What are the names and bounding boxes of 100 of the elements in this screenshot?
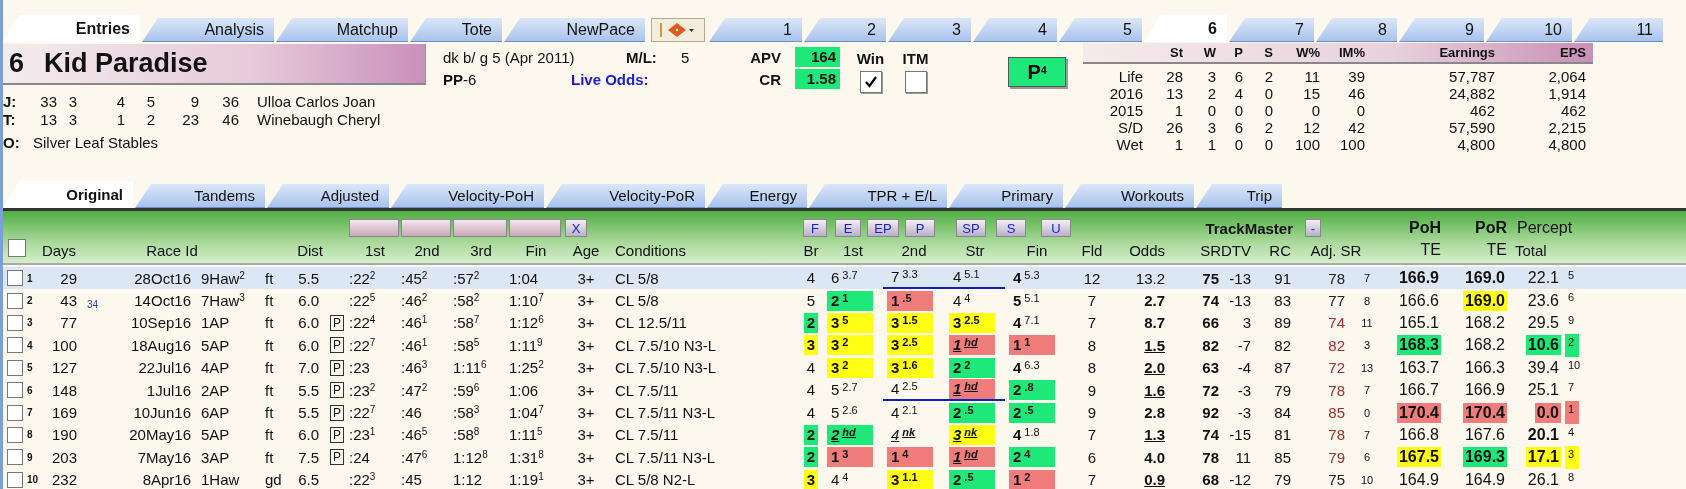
table-cell-text: 1 (1173, 137, 1183, 154)
tab[interactable]: Adjusted (267, 184, 389, 208)
tab[interactable]: 9 (1399, 18, 1484, 42)
table-cell: 1:12$^{8}$ (453, 448, 488, 466)
table-cell-text: 4,800 (1547, 137, 1586, 154)
tab[interactable]: 6 (1144, 15, 1227, 42)
rank-value: 10 (1567, 357, 1582, 373)
table-cell: 74 (1202, 292, 1219, 310)
tab[interactable]: 11 (1574, 18, 1663, 42)
call-button[interactable]: F (803, 219, 827, 237)
checkbox[interactable] (7, 337, 23, 354)
table-cell: 3 (803, 469, 819, 489)
tab[interactable]: Entries (3, 15, 140, 42)
apv-value: 164 (795, 47, 840, 67)
stat-value: 46 (221, 110, 239, 128)
table-cell-text: 0 (1310, 103, 1320, 120)
checkbox[interactable] (8, 239, 26, 257)
tab[interactable]: Analysis (142, 18, 274, 42)
note-link[interactable]: 34 (87, 298, 99, 312)
checkbox[interactable] (7, 404, 23, 421)
filter-button[interactable] (401, 219, 451, 237)
tab[interactable]: Velocity-PoH (391, 184, 544, 208)
checkbox[interactable] (7, 292, 23, 309)
filter-button[interactable] (509, 219, 561, 237)
table-cell: ft (265, 269, 274, 287)
tab[interactable]: Original (3, 181, 133, 208)
column-header: Age (571, 241, 601, 259)
table-cell: 10.6 (1525, 335, 1561, 356)
tab[interactable]: Trip (1196, 184, 1282, 208)
clear-button[interactable]: X (565, 219, 587, 237)
tab[interactable]: TPR + E/L (809, 184, 947, 208)
tab[interactable]: 10 (1486, 18, 1572, 42)
tab[interactable]: 4 (973, 18, 1057, 42)
tab[interactable]: Tote (410, 18, 502, 42)
table-cell: :46$^{3}$ (401, 359, 428, 377)
table-cell-text: 462 (1559, 103, 1586, 120)
table-cell: -13 (1229, 269, 1251, 287)
checkbox[interactable] (7, 426, 23, 443)
pace-flag: P (330, 337, 344, 354)
checkbox-label: Win (856, 50, 885, 67)
table-cell: 170.4 (1396, 402, 1441, 423)
rank-value: 6 (1567, 290, 1576, 306)
checkbox[interactable] (7, 270, 23, 287)
table-cell: 2 (803, 424, 819, 445)
checkbox[interactable] (7, 314, 23, 331)
call-button[interactable]: E (835, 219, 861, 237)
table-cell: CL 12.5/11 (615, 314, 687, 332)
icon-button[interactable] (651, 18, 705, 42)
table-cell: 74 (1202, 426, 1219, 444)
checkbox[interactable] (7, 471, 23, 488)
tab[interactable]: 2 (804, 18, 886, 42)
table-cell: 169.3 (1462, 447, 1507, 468)
table-cell: ft (265, 292, 274, 310)
checkbox[interactable] (7, 382, 23, 399)
column-header: Odds (1128, 241, 1166, 259)
call-button[interactable]: SP (956, 219, 986, 237)
table-cell: -3 (1237, 381, 1251, 399)
tab[interactable]: 3 (888, 18, 971, 42)
table-cell: 0.9 (1144, 471, 1165, 489)
field-label: M/L: (626, 48, 658, 66)
table-cell: 3+ (577, 336, 595, 354)
checkbox[interactable] (7, 359, 23, 376)
checkbox[interactable] (904, 71, 927, 93)
row-number: 6 (27, 384, 33, 396)
table-cell: 1:25$^{2}$ (509, 359, 544, 377)
tab[interactable]: Velocity-PoR (546, 184, 705, 208)
call-button[interactable]: U (1041, 219, 1071, 237)
tab[interactable]: 7 (1229, 18, 1314, 42)
table-cell: 6.0 (298, 292, 319, 310)
checkbox[interactable] (859, 71, 882, 93)
call-button[interactable]: P (905, 219, 935, 237)
call-button[interactable]: EP (867, 219, 899, 237)
filter-button[interactable] (453, 219, 507, 237)
collapse-button[interactable]: - (1305, 219, 1321, 237)
tab[interactable]: 1 (709, 18, 802, 42)
tab[interactable]: Matchup (276, 18, 408, 42)
table-cell: :58$^{3}$ (453, 404, 480, 422)
tab[interactable]: NewPace (504, 18, 645, 42)
table-cell: :22$^{5}$ (349, 292, 376, 310)
checkbox[interactable] (7, 449, 23, 466)
table-cell: 1:12 (453, 471, 483, 489)
tab[interactable]: Primary (949, 184, 1063, 208)
table-cell: -3 (1237, 404, 1251, 422)
call-button[interactable]: S (996, 219, 1026, 237)
table-cell: 84 (1274, 404, 1291, 422)
table-cell-text: 462 (1468, 103, 1495, 120)
pace-flag: P (330, 359, 344, 376)
tab[interactable]: Tandems (135, 184, 265, 208)
tab[interactable]: Workouts (1065, 184, 1194, 208)
p-button[interactable]: P$^{4}$ (1008, 57, 1066, 87)
tab[interactable]: 8 (1316, 18, 1397, 42)
table-cell: 7 (1363, 272, 1371, 285)
table-cell: 17.1 (1525, 447, 1561, 468)
tab[interactable]: Energy (707, 184, 807, 208)
table-cell: :45 (401, 471, 422, 489)
table-cell: 6.0 (298, 336, 319, 354)
owner-name: Silver Leaf Stables (33, 133, 159, 151)
filter-button[interactable] (349, 219, 399, 237)
tab[interactable]: 5 (1059, 18, 1142, 42)
table-cell: 1Jul16 (146, 381, 191, 399)
